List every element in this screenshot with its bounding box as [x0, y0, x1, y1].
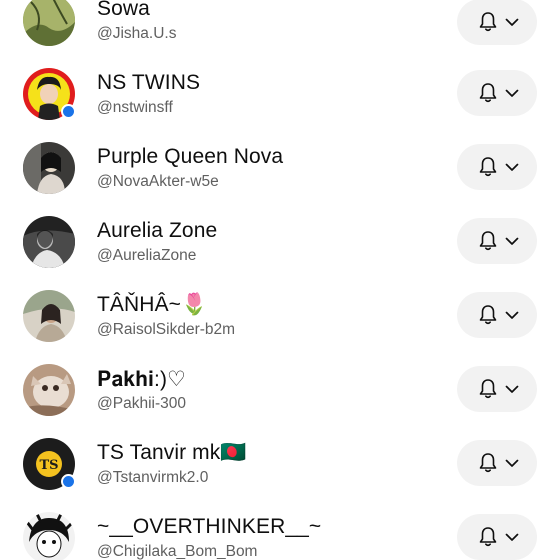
- notification-bell-button[interactable]: [457, 0, 537, 45]
- channel-name[interactable]: 𝐏𝐚𝐤𝐡𝐢:)♡: [97, 367, 186, 392]
- bell-icon: [479, 379, 497, 399]
- notification-bell-button[interactable]: [457, 366, 537, 412]
- bell-icon: [479, 453, 497, 473]
- channel-avatar[interactable]: [23, 0, 75, 46]
- channel-handle: @Chigilaka_Bom_Bom: [97, 543, 258, 560]
- channel-avatar[interactable]: [23, 364, 75, 416]
- channel-avatar[interactable]: TS: [23, 438, 76, 490]
- channel-avatar[interactable]: [23, 142, 75, 194]
- channel-handle: @RaisolSikder-b2m: [97, 321, 236, 338]
- channel-name[interactable]: TÂŇHÂ~🌷: [97, 293, 207, 317]
- notification-bell-button[interactable]: [457, 514, 537, 560]
- bell-icon: [479, 305, 497, 325]
- chevron-down-icon: [505, 459, 519, 467]
- chevron-down-icon: [505, 533, 519, 541]
- verified-badge: [61, 474, 76, 489]
- bell-icon: [479, 527, 497, 547]
- channel-name[interactable]: Sowa: [97, 0, 150, 21]
- bell-icon: [479, 231, 497, 251]
- bell-icon: [479, 12, 497, 32]
- channel-handle: @Jisha.U.s: [97, 25, 177, 42]
- bell-icon: [479, 157, 497, 177]
- svg-text:TS: TS: [39, 458, 58, 473]
- channel-row[interactable]: Aurelia Zone @AureliaZone: [0, 205, 560, 279]
- channel-row[interactable]: TS TS Tanvir mk🇧🇩 @Tstanvirmk2.0: [0, 427, 560, 501]
- bell-icon: [479, 83, 497, 103]
- channel-avatar[interactable]: [23, 290, 75, 342]
- notification-bell-button[interactable]: [457, 218, 537, 264]
- channel-handle: @Pakhii-300: [97, 395, 186, 412]
- chevron-down-icon: [505, 385, 519, 393]
- channel-handle: @Tstanvirmk2.0: [97, 469, 209, 486]
- channel-handle: @AureliaZone: [97, 247, 197, 264]
- channel-name[interactable]: ~__OVERTHINKER__~: [97, 515, 321, 539]
- chevron-down-icon: [505, 237, 519, 245]
- channel-row[interactable]: Purple Queen Nova @NovaAkter-w5e: [0, 131, 560, 205]
- channel-row[interactable]: TÂŇHÂ~🌷 @RaisolSikder-b2m: [0, 279, 560, 353]
- channel-row[interactable]: Sowa @Jisha.U.s: [0, 0, 560, 57]
- channel-name[interactable]: Purple Queen Nova: [97, 145, 283, 169]
- notification-bell-button[interactable]: [457, 144, 537, 190]
- channel-name[interactable]: NS TWINS: [97, 71, 200, 95]
- channel-name[interactable]: Aurelia Zone: [97, 219, 217, 243]
- channel-row[interactable]: 𝐏𝐚𝐤𝐡𝐢:)♡ @Pakhii-300: [0, 353, 560, 427]
- channel-row[interactable]: ~__OVERTHINKER__~ @Chigilaka_Bom_Bom: [0, 501, 560, 560]
- channel-handle: @NovaAkter-w5e: [97, 173, 219, 190]
- notification-bell-button[interactable]: [457, 70, 537, 116]
- channel-handle: @nstwinsff: [97, 99, 173, 116]
- channel-avatar[interactable]: [23, 68, 76, 120]
- notification-bell-button[interactable]: [457, 292, 537, 338]
- channel-name[interactable]: TS Tanvir mk🇧🇩: [97, 441, 247, 465]
- chevron-down-icon: [505, 311, 519, 319]
- subscriptions-channel-list: Sowa @Jisha.U.s NS TWINS @nstwinsff Purp…: [0, 0, 560, 560]
- chevron-down-icon: [505, 18, 519, 26]
- channel-avatar[interactable]: [23, 216, 75, 268]
- chevron-down-icon: [505, 163, 519, 171]
- channel-avatar[interactable]: [23, 512, 75, 560]
- channel-row[interactable]: NS TWINS @nstwinsff: [0, 57, 560, 131]
- chevron-down-icon: [505, 89, 519, 97]
- notification-bell-button[interactable]: [457, 440, 537, 486]
- verified-badge: [61, 104, 76, 119]
